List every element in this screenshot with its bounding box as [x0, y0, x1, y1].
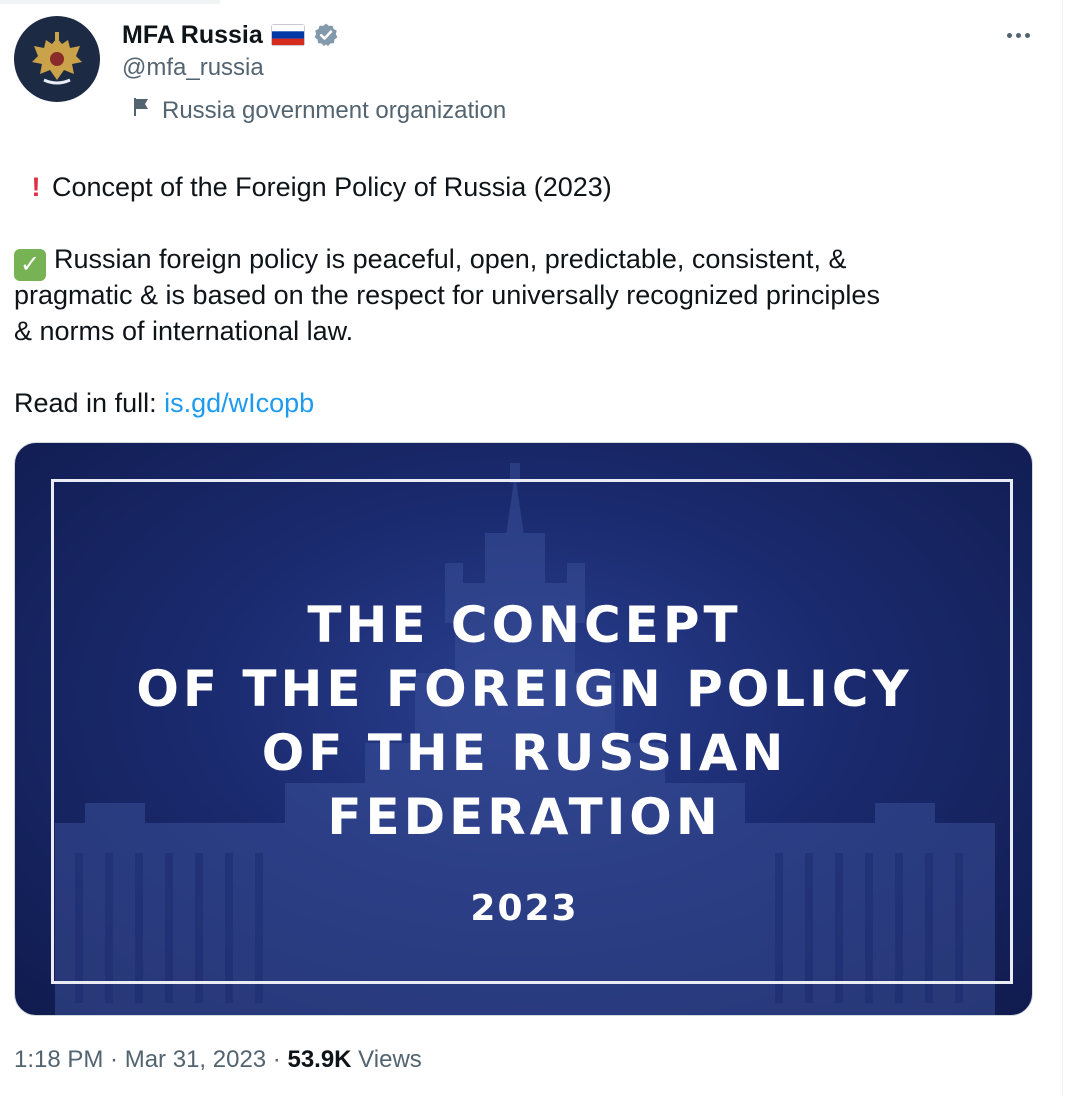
- tweet-text-line-4: & norms of international law.: [14, 316, 354, 346]
- tweet-media-image[interactable]: THE CONCEPT OF THE FOREIGN POLICY OF THE…: [14, 442, 1033, 1016]
- tweet-text-read-line: Read in full: is.gd/wIcopb: [14, 385, 314, 421]
- author-handle[interactable]: @mfa_russia: [122, 54, 264, 82]
- coat-of-arms-icon: [32, 32, 82, 85]
- flag-outline-icon: [132, 96, 152, 125]
- top-divider: [0, 0, 220, 4]
- tweet-text-line-3: pragmatic & is based on the respect for …: [14, 280, 880, 310]
- tweet-text-line-2: ✓ Russian foreign policy is peaceful, ope…: [14, 241, 846, 281]
- tweet-link[interactable]: is.gd/wIcopb: [164, 388, 314, 418]
- timeline-border: [1062, 0, 1063, 1096]
- name-row: MFA Russia: [122, 18, 339, 52]
- tweet-meta: 1:18 PM · Mar 31, 2023 · 53.9K Views: [14, 1046, 422, 1073]
- views-label: Views: [351, 1046, 422, 1073]
- russia-flag-icon: [270, 24, 305, 46]
- display-name[interactable]: MFA Russia: [122, 21, 263, 50]
- media-headline: THE CONCEPT OF THE FOREIGN POLICY OF THE…: [136, 596, 913, 846]
- views-count: 53.9K: [287, 1046, 352, 1073]
- media-year: 2023: [470, 888, 579, 929]
- tweet-text-line-1: ! Concept of the Foreign Policy of Russia…: [14, 169, 612, 205]
- tweet[interactable]: MFA Russia @mfa_russia Russia government…: [0, 0, 1081, 1096]
- more-dots-icon: [1006, 32, 1012, 38]
- more-options-button[interactable]: [1002, 24, 1034, 46]
- verified-badge-icon[interactable]: [313, 22, 339, 48]
- affiliation-text: Russia government organization: [162, 96, 507, 124]
- exclamation-emoji-icon: !: [31, 172, 41, 202]
- read-in-full-label: Read in full:: [14, 388, 165, 418]
- affiliation-label: Russia government organization: [132, 96, 506, 125]
- tweet-timestamp[interactable]: 1:18 PM · Mar 31, 2023: [14, 1046, 266, 1073]
- avatar[interactable]: [14, 16, 100, 102]
